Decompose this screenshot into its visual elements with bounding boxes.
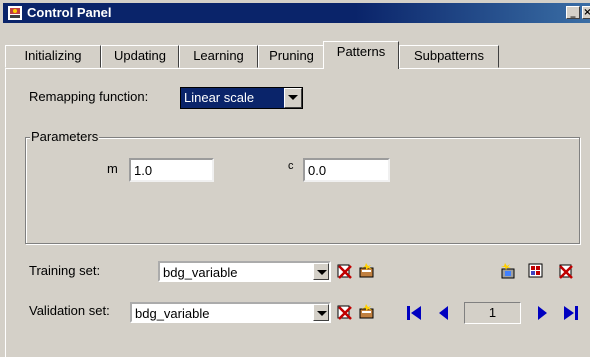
minimize-button[interactable]: _ — [566, 6, 580, 19]
tab-label: Patterns — [336, 44, 386, 59]
remove-set-icon[interactable] — [336, 262, 354, 280]
tab-label: Updating — [113, 48, 167, 63]
m-value: 1.0 — [134, 163, 153, 178]
training-set-select[interactable]: bdg_variable — [158, 261, 331, 282]
c-field[interactable]: 0.0 — [303, 158, 390, 182]
last-pattern-icon[interactable] — [562, 304, 580, 322]
tab-label: Initializing — [24, 48, 82, 63]
close-button[interactable]: × — [582, 6, 590, 19]
tab-updating[interactable]: Updating — [101, 45, 179, 68]
window-title: Control Panel — [27, 5, 112, 20]
next-pattern-icon[interactable] — [533, 304, 551, 322]
validation-set-label: Validation set: — [29, 303, 110, 318]
tab-label: Learning — [193, 48, 244, 63]
remove-set-icon[interactable] — [336, 303, 354, 321]
tab-learning[interactable]: Learning — [179, 45, 258, 68]
training-set-value: bdg_variable — [163, 265, 238, 280]
edit-pattern-icon[interactable] — [527, 262, 545, 280]
title-bar[interactable]: Control Panel _ × — [3, 3, 590, 23]
tab-subpatterns[interactable]: Subpatterns — [399, 45, 499, 68]
previous-pattern-icon[interactable] — [435, 304, 453, 322]
c-label: c — [288, 160, 294, 172]
parameters-title: Parameters — [30, 129, 100, 144]
first-pattern-icon[interactable] — [405, 304, 423, 322]
remapping-select[interactable]: Linear scale — [180, 87, 303, 109]
parameters-group: Parameters — [25, 129, 580, 244]
tab-initializing[interactable]: Initializing — [5, 45, 101, 68]
m-label: m — [107, 161, 118, 176]
pattern-index-field[interactable]: 1 — [464, 302, 521, 324]
pattern-index-value: 1 — [488, 305, 497, 320]
validation-set-select[interactable]: bdg_variable — [130, 302, 331, 323]
delete-pattern-icon[interactable] — [557, 262, 575, 280]
remapping-value: Linear scale — [184, 90, 255, 105]
validation-set-value: bdg_variable — [135, 306, 210, 321]
load-set-icon[interactable] — [358, 262, 376, 280]
chevron-down-icon[interactable] — [284, 88, 302, 108]
new-pattern-icon[interactable] — [499, 262, 517, 280]
chevron-down-icon[interactable] — [313, 304, 329, 321]
tab-label: Pruning — [269, 48, 314, 63]
load-set-icon[interactable] — [358, 303, 376, 321]
m-field[interactable]: 1.0 — [129, 158, 214, 182]
chevron-down-icon[interactable] — [313, 263, 329, 280]
control-panel-window: Control Panel _ × Initializing Updating … — [0, 0, 590, 357]
remapping-label: Remapping function: — [29, 89, 149, 104]
tab-pruning[interactable]: Pruning — [258, 45, 325, 68]
c-value: 0.0 — [308, 163, 327, 178]
tab-label: Subpatterns — [413, 48, 485, 63]
app-icon — [8, 6, 22, 20]
training-set-label: Training set: — [29, 263, 101, 278]
tab-patterns[interactable]: Patterns — [323, 41, 399, 69]
